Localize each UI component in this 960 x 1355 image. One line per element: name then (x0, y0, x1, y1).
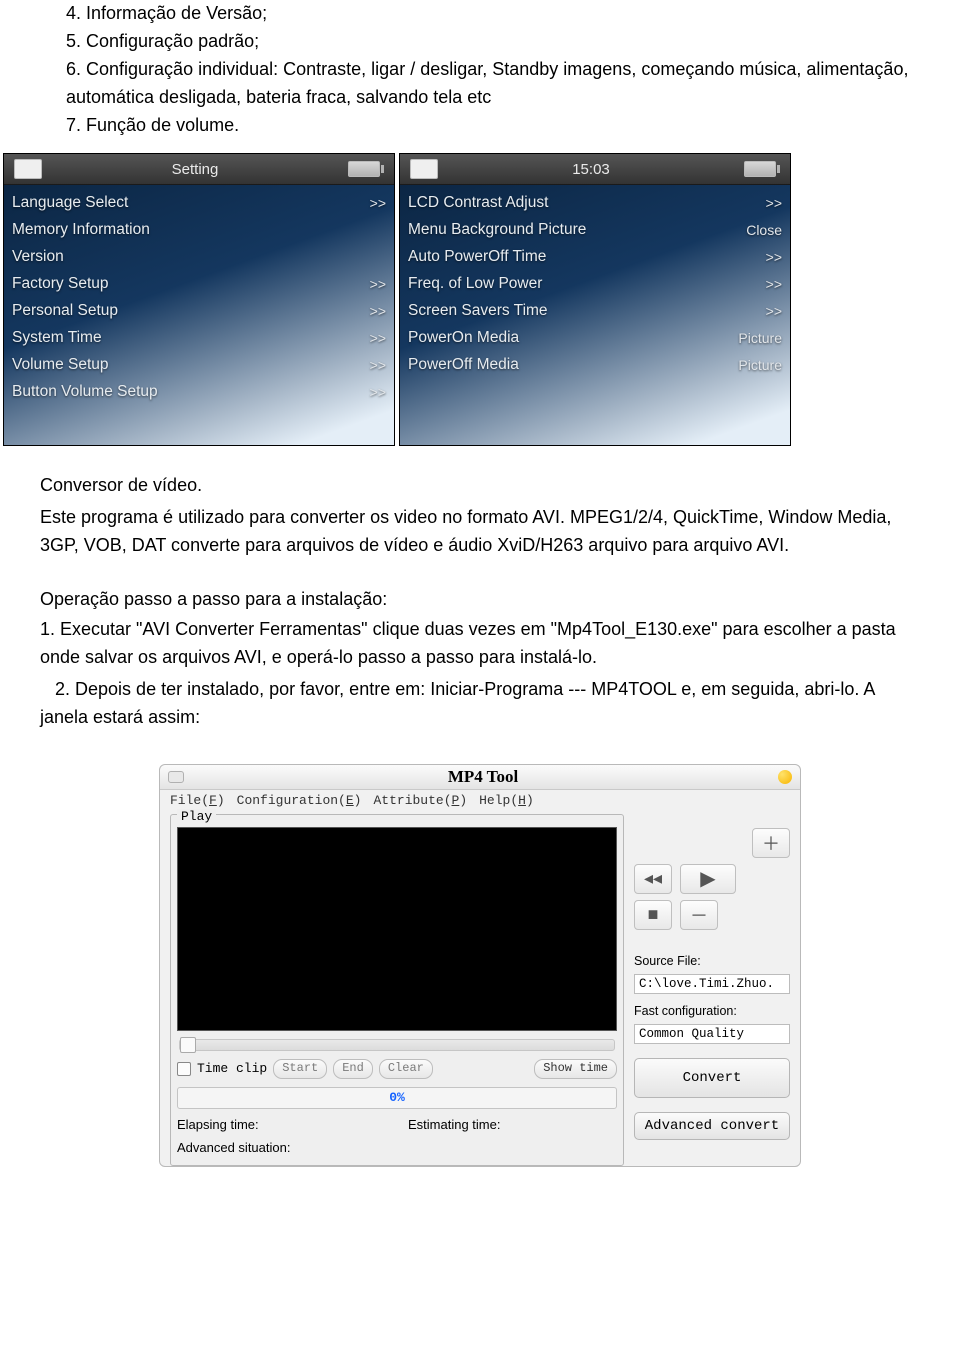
menu-item[interactable]: Button Volume Setup >> (4, 378, 394, 405)
advanced-convert-button[interactable]: Advanced convert (634, 1112, 790, 1140)
seek-bar[interactable] (179, 1039, 615, 1051)
progress-bar: 0% (177, 1087, 617, 1109)
menubar: File(F) Configuration(E) Attribute(P) He… (160, 790, 800, 812)
convert-button[interactable]: Convert (634, 1058, 790, 1098)
showtime-button[interactable]: Show time (534, 1059, 617, 1079)
menu-configuration[interactable]: Configuration(E) (237, 793, 362, 808)
menu-item-label: Factory Setup (12, 275, 109, 293)
menu-item[interactable]: Memory Information (4, 216, 394, 243)
plus-button[interactable]: ＋ (752, 828, 790, 858)
menu-item[interactable]: Version (4, 243, 394, 270)
menu-item[interactable]: Factory Setup >> (4, 270, 394, 297)
fast-config-label: Fast configuration: (634, 1004, 790, 1018)
source-file-label: Source File: (634, 954, 790, 968)
battery-icon (744, 161, 780, 177)
screenshot2-title: 15:03 (438, 161, 744, 178)
elapsing-label: Elapsing time: (177, 1117, 259, 1132)
end-button[interactable]: End (333, 1059, 373, 1079)
heading-install-steps: Operação passo a passo para a instalação… (40, 586, 920, 614)
estimating-label: Estimating time: (408, 1117, 500, 1132)
menu-item-value: >> (766, 303, 782, 319)
battery-icon (348, 161, 384, 177)
menu-item[interactable]: LCD Contrast Adjust >> (400, 189, 790, 216)
titlebar-left-box (410, 159, 438, 179)
intro-line-4: 4. Informação de Versão; (66, 0, 920, 28)
menu-item-label: PowerOff Media (408, 356, 519, 374)
timeclip-checkbox[interactable] (177, 1062, 191, 1076)
intro-line-7: 7. Função de volume. (66, 112, 920, 140)
menu-item[interactable]: Auto PowerOff Time >> (400, 243, 790, 270)
menu-item-value: Close (746, 222, 782, 238)
stop-button[interactable]: ■ (634, 900, 672, 930)
menu-item-value: >> (370, 276, 386, 292)
menu-item-label: Auto PowerOff Time (408, 248, 546, 266)
menu-item[interactable]: Language Select >> (4, 189, 394, 216)
menu-item-label: Version (12, 248, 64, 266)
step-1: 1. Executar "AVI Converter Ferramentas" … (40, 616, 920, 672)
paragraph-converter-title: Conversor de vídeo. (40, 472, 920, 500)
menu-item-value: Picture (738, 357, 782, 373)
paragraph-converter-desc: Este programa é utilizado para converter… (40, 504, 920, 560)
step-2: 2. Depois de ter instalado, por favor, e… (40, 676, 920, 732)
menu-item-value: >> (766, 195, 782, 211)
intro-line-6: 6. Configuração individual: Contraste, l… (66, 56, 920, 112)
menu-item-label: PowerOn Media (408, 329, 519, 347)
play-fieldset: Play Time clip Start End Clear Show time… (170, 814, 624, 1166)
menu-item-label: Personal Setup (12, 302, 118, 320)
play-legend: Play (177, 809, 216, 824)
source-file-field[interactable]: C:\love.Timi.Zhuo. (634, 974, 790, 994)
screenshot-settings-personal: 15:03 LCD Contrast Adjust >> Menu Backgrou… (399, 153, 791, 446)
window-close-icon[interactable] (778, 770, 792, 784)
screenshot1-title: Setting (42, 161, 348, 178)
menu-item[interactable]: Personal Setup >> (4, 297, 394, 324)
menu-item-value: >> (370, 384, 386, 400)
mp4tool-window: MP4 Tool File(F) Configuration(E) Attrib… (159, 764, 801, 1167)
menu-item-label: LCD Contrast Adjust (408, 194, 548, 212)
minus-button[interactable]: － (680, 900, 718, 930)
menu-item-label: Button Volume Setup (12, 383, 158, 401)
titlebar-left-box (14, 159, 42, 179)
menu-item[interactable]: System Time >> (4, 324, 394, 351)
fast-config-field[interactable]: Common Quality (634, 1024, 790, 1044)
video-preview (177, 827, 617, 1031)
settings-screenshots: Setting Language Select >> Memory Informat… (0, 153, 960, 446)
menu-item-value: >> (370, 303, 386, 319)
menu-item[interactable]: Menu Background Picture Close (400, 216, 790, 243)
menu-item-label: Menu Background Picture (408, 221, 586, 239)
menu-item[interactable]: PowerOff Media Picture (400, 351, 790, 378)
window-title: MP4 Tool (188, 767, 778, 787)
start-button[interactable]: Start (273, 1059, 327, 1079)
menu-help[interactable]: Help(H) (479, 793, 534, 808)
timeclip-label: Time clip (197, 1061, 267, 1076)
clear-button[interactable]: Clear (379, 1059, 433, 1079)
window-minimize-icon[interactable] (168, 771, 184, 783)
menu-item-value: >> (766, 276, 782, 292)
menu-item-label: Screen Savers Time (408, 302, 548, 320)
menu-item-value: Picture (738, 330, 782, 346)
menu-item-label: Memory Information (12, 221, 150, 239)
menu-item-value: >> (766, 249, 782, 265)
menu-item-value: >> (370, 195, 386, 211)
intro-line-5: 5. Configuração padrão; (66, 28, 920, 56)
menu-attribute[interactable]: Attribute(P) (373, 793, 467, 808)
menu-item-label: Volume Setup (12, 356, 109, 374)
menu-item-value: >> (370, 330, 386, 346)
screenshot-settings-main: Setting Language Select >> Memory Informat… (3, 153, 395, 446)
menu-item[interactable]: PowerOn Media Picture (400, 324, 790, 351)
play-button[interactable]: ▶ (680, 864, 736, 894)
menu-item-label: System Time (12, 329, 102, 347)
menu-item-label: Freq. of Low Power (408, 275, 542, 293)
advanced-situation-label: Advanced situation: (177, 1140, 290, 1155)
menu-item-value: >> (370, 357, 386, 373)
rewind-button[interactable]: ◂◂ (634, 864, 672, 894)
seek-knob[interactable] (180, 1037, 196, 1053)
menu-item[interactable]: Screen Savers Time >> (400, 297, 790, 324)
menu-file[interactable]: File(F) (170, 793, 225, 808)
menu-item[interactable]: Volume Setup >> (4, 351, 394, 378)
menu-item[interactable]: Freq. of Low Power >> (400, 270, 790, 297)
menu-item-label: Language Select (12, 194, 128, 212)
